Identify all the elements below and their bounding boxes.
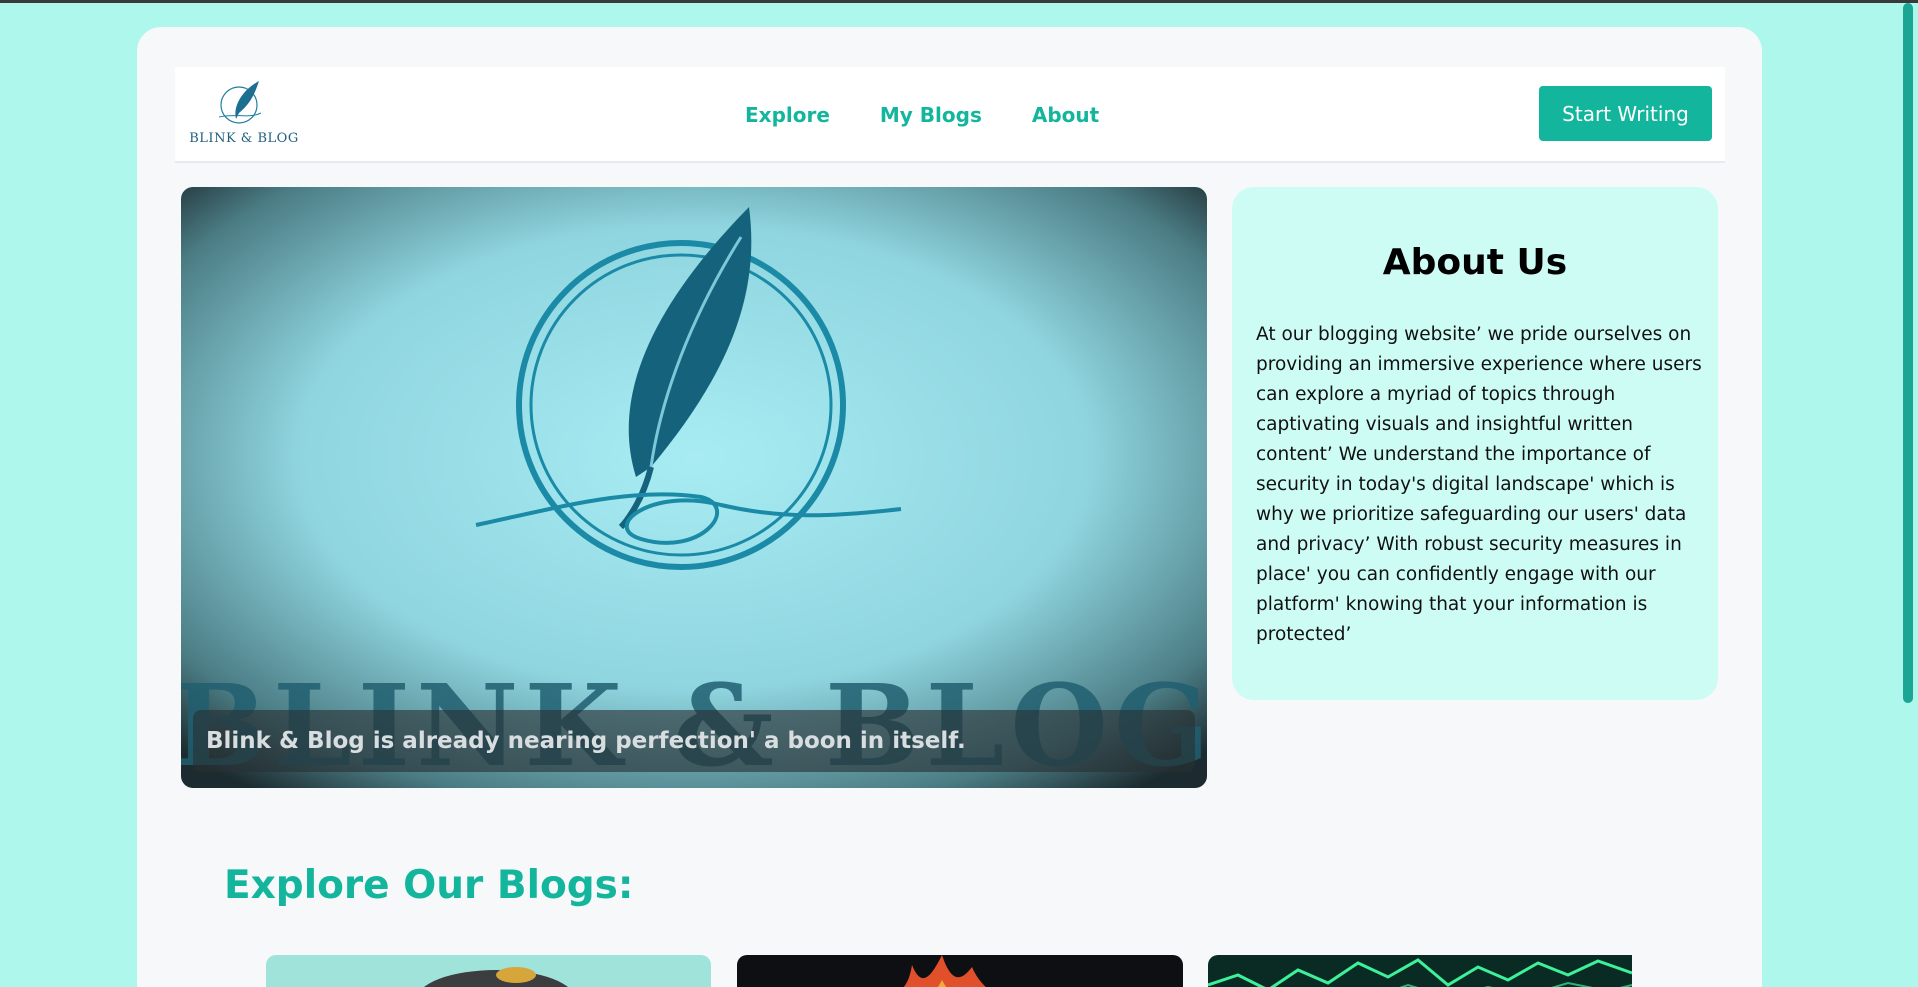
nav-links: Explore My Blogs About: [745, 67, 1099, 163]
nav-about-link[interactable]: About: [1032, 103, 1099, 127]
hero-caption: Blink & Blog is already nearing perfecti…: [193, 710, 1195, 772]
hero-logo-image: BLINK & BLOG: [181, 187, 1207, 788]
blog-image-1: [266, 955, 711, 987]
window-top-border: [0, 0, 1918, 3]
main-container: BLINK & BLOG Explore My Blogs About Star…: [137, 27, 1762, 987]
scrollbar-thumb[interactable]: [1903, 3, 1913, 703]
logo-text: BLINK & BLOG: [189, 131, 299, 146]
about-us-text: At our blogging website’ we pride oursel…: [1256, 324, 1702, 645]
about-us-panel: About Us At our blogging website’ we pri…: [1232, 187, 1718, 700]
start-writing-button[interactable]: Start Writing: [1539, 86, 1712, 141]
blog-image-2: [737, 955, 1183, 987]
explore-blogs-heading: Explore Our Blogs:: [224, 863, 634, 908]
hero-banner: BLINK & BLOG Blink & Blog is already nea…: [181, 187, 1207, 788]
brand-logo[interactable]: BLINK & BLOG: [189, 77, 299, 153]
blog-image-3: [1208, 955, 1632, 987]
feather-logo-icon: [218, 81, 262, 124]
navbar: BLINK & BLOG Explore My Blogs About Star…: [175, 67, 1725, 163]
blog-card-1-thumbnail[interactable]: [266, 955, 711, 987]
nav-explore-link[interactable]: Explore: [745, 103, 830, 127]
blog-card-3-thumbnail[interactable]: [1208, 955, 1632, 987]
blog-card-2-thumbnail[interactable]: [737, 955, 1183, 987]
nav-my-blogs-link[interactable]: My Blogs: [880, 103, 982, 127]
about-us-title: About Us: [1382, 242, 1568, 283]
